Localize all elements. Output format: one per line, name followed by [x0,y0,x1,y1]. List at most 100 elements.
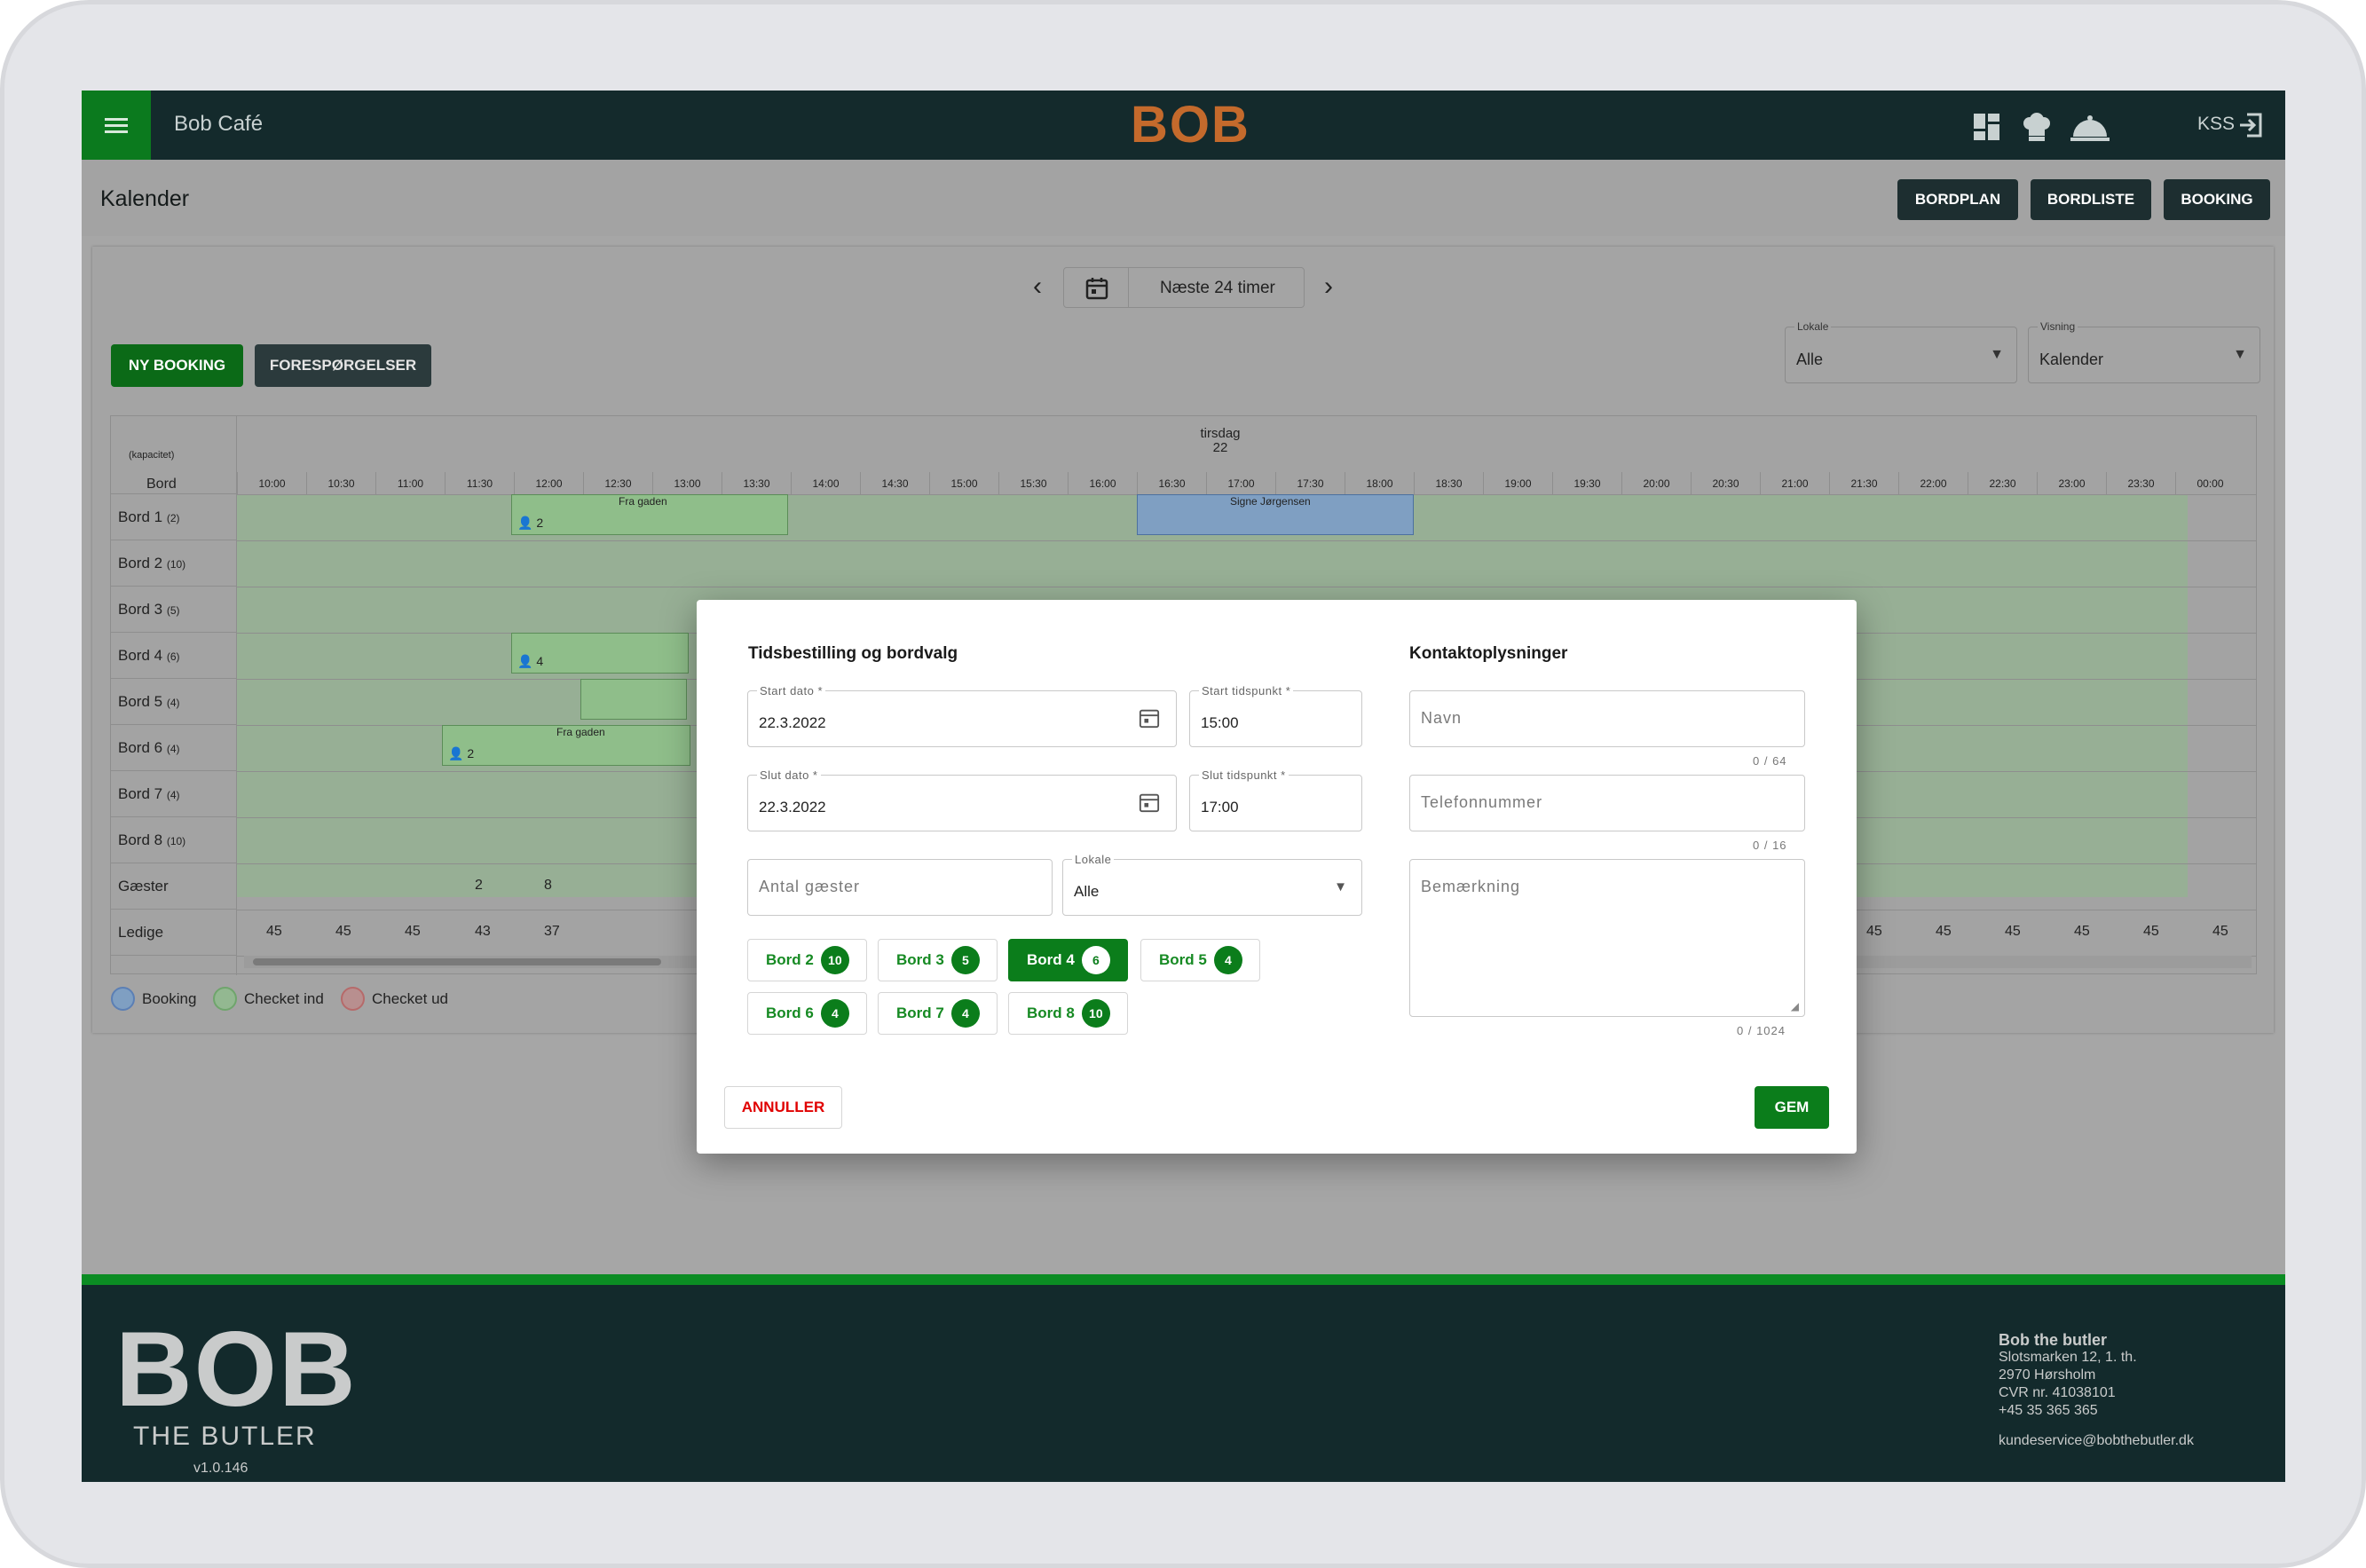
time-tick: 14:30 [860,472,929,495]
logout-icon[interactable] [2238,112,2263,138]
end-time-field[interactable]: Slut tidspunkt * 17:00 [1189,768,1362,831]
table-capacity: (10) [166,558,186,571]
legend-label: Checket ud [372,989,448,1007]
prev-day-button[interactable]: ‹ [1033,272,1042,302]
bordplan-button[interactable]: BORDPLAN [1897,179,2018,220]
start-time-value: 15:00 [1201,714,1239,731]
booking-slot[interactable] [580,679,687,720]
table-capacity: (4) [166,697,180,709]
booking-slot[interactable]: 👤 4 [511,633,689,674]
modal-lokale-value: Alle [1074,883,1100,900]
company-email-link[interactable]: kundeservice@bobthebutler.dk [1999,1432,2194,1450]
app-screen: Bob Café BOB KSS Kalender BORDPLAN BORDL… [82,91,2285,1482]
chef-hat-icon[interactable] [2021,112,2053,144]
table-row-label: Bord 1 (2) [111,494,237,540]
table-chip-label: Bord 6 [766,1005,814,1021]
requests-button[interactable]: FORESPØRGELSER [255,344,431,387]
dropdown-arrow-icon: ▼ [1334,879,1347,894]
date-range-picker[interactable]: Næste 24 timer [1063,267,1305,308]
table-capacity: (5) [166,604,180,617]
table-chip-bord-8[interactable]: Bord 8 10 [1008,992,1128,1035]
start-time-label: Start tidspunkt * [1199,684,1294,697]
date-picker-icon[interactable] [1139,707,1160,729]
time-tick: 11:00 [375,472,445,495]
company-cvr: CVR nr. 41038101 [1999,1385,2116,1400]
dashboard-icon[interactable] [1972,112,2002,142]
phone-input[interactable]: Telefonnummer [1409,775,1805,831]
end-date-field[interactable]: Slut dato * 22.3.2022 [747,768,1177,831]
time-tick: 21:00 [1760,472,1829,495]
free-count: 45 [266,924,282,939]
table-chip-bord-6[interactable]: Bord 6 4 [747,992,867,1035]
capacity-badge: 6 [1081,946,1110,974]
free-row-label: Ledige [111,910,237,956]
date-range-label: Næste 24 timer [1160,279,1275,297]
legend-checked-out: Checket ud [341,987,448,1011]
time-tick: 23:00 [2037,472,2106,495]
visning-select[interactable]: Visning Kalender ▼ [2028,320,2260,383]
menu-button[interactable] [82,91,151,160]
capacity-badge: 4 [950,999,980,1028]
bordliste-button[interactable]: BORDLISTE [2031,179,2151,220]
top-bar: Bob Café BOB KSS [82,91,2285,160]
bob-logo[interactable]: BOB [1131,98,1250,153]
contact-section-title: Kontaktoplysninger [1409,644,1568,663]
free-count: 45 [1936,924,1952,939]
table-chip-bord-5[interactable]: Bord 5 4 [1140,939,1260,981]
time-tick: 12:30 [583,472,652,495]
table-chip-bord-3[interactable]: Bord 3 5 [878,939,998,981]
date-picker-icon[interactable] [1139,792,1160,813]
guests-count: 2 [475,878,483,893]
guests-count: 8 [544,878,552,893]
free-count: 45 [2212,924,2228,939]
note-textarea[interactable]: Bemærkning ◢ [1409,859,1805,1017]
table-row-label: Bord 6 (4) [111,725,237,771]
free-count: 45 [1866,924,1882,939]
table-row-label: Bord 3 (5) [111,587,237,633]
table-chip-label: Bord 5 [1159,951,1207,968]
table-chip-bord-7[interactable]: Bord 7 4 [878,992,998,1035]
visning-select-value: Kalender [2039,351,2104,368]
table-chip-label: Bord 7 [896,1005,944,1021]
table-column: Bord (kapacitet) Bord 1 (2) Bord 2 (10) Bo… [111,416,237,975]
save-button[interactable]: GEM [1755,1086,1829,1129]
time-tick: 20:30 [1691,472,1760,495]
table-capacity: (2) [166,512,180,524]
table-chip-bord-4[interactable]: Bord 4 6 [1008,939,1128,981]
booking-button[interactable]: BOOKING [2164,179,2270,220]
cancel-button[interactable]: ANNULLER [724,1086,842,1129]
app-version: v1.0.146 [193,1461,248,1476]
resize-handle-icon[interactable]: ◢ [1791,1000,1799,1013]
capacity-badge: 10 [820,946,849,974]
lokale-select[interactable]: Lokale Alle ▼ [1785,320,2017,383]
start-time-field[interactable]: Start tidspunkt * 15:00 [1189,684,1362,747]
guests-input[interactable]: Antal gæster [747,859,1053,916]
calendar-icon[interactable] [1085,277,1108,300]
new-booking-button[interactable]: NY BOOKING [111,344,243,387]
booking-slot[interactable]: Fra gaden 👤 2 [511,494,788,535]
grid-row-line [237,540,2257,541]
page-header: Kalender BORDPLAN BORDLISTE BOOKING [82,160,2285,236]
free-count: 37 [544,924,560,939]
company-info: Bob the butler Slotsmarken 12, 1. th. 29… [1999,1331,2194,1450]
booking-slot[interactable]: Fra gaden 👤 2 [442,725,690,766]
start-date-label: Start dato * [757,684,826,697]
time-tick: 16:00 [1068,472,1137,495]
start-date-field[interactable]: Start dato * 22.3.2022 [747,684,1177,747]
booking-guests: 👤 4 [517,654,544,668]
table-chip-bord-2[interactable]: Bord 2 10 [747,939,867,981]
scrollbar-thumb[interactable] [253,958,661,965]
footer-logo: BOB [115,1310,358,1429]
table-name: Bord 4 [118,647,163,664]
lokale-select-label: Lokale [1794,320,1832,333]
booking-slot[interactable]: Signe Jørgensen [1137,494,1414,535]
day-header: tirsdag 22 [244,427,2196,455]
time-tick: 19:00 [1483,472,1552,495]
next-day-button[interactable]: › [1324,272,1333,302]
dropdown-arrow-icon: ▼ [2233,347,2247,362]
modal-lokale-select[interactable]: Lokale Alle ▼ [1062,853,1362,916]
cloche-icon[interactable] [2070,112,2110,144]
time-tick: 13:00 [652,472,722,495]
company-address: Slotsmarken 12, 1. th. [1999,1350,2137,1365]
name-input[interactable]: Navn [1409,690,1805,747]
